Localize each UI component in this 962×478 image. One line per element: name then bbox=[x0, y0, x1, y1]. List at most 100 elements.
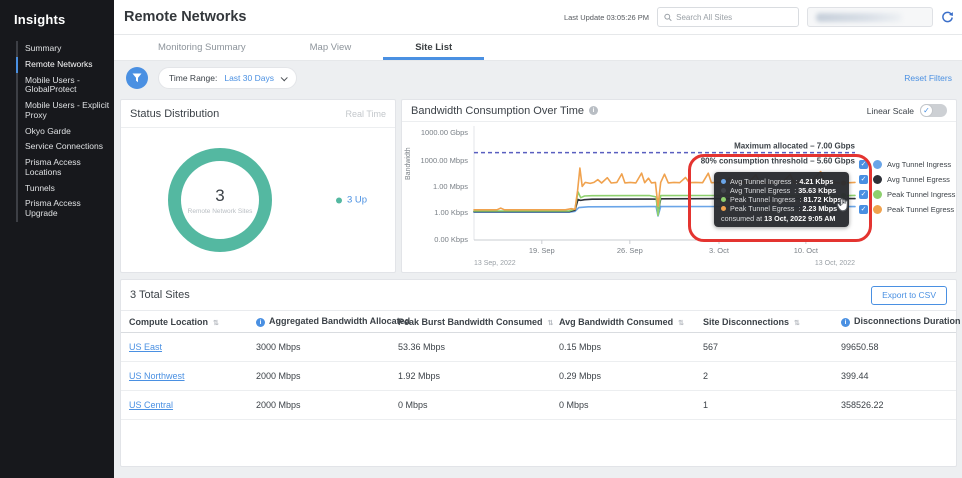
sidebar-item-mobile-users-explicit-proxy[interactable]: Mobile Users - Explicit Proxy bbox=[16, 98, 114, 124]
legend-item-peak-tunnel-ingress[interactable]: ✓ Peak Tunnel Ingress bbox=[859, 190, 955, 199]
tooltip-text: Avg Tunnel Ingress : 4.21 Kbps bbox=[730, 177, 834, 186]
tooltip-series-dot bbox=[721, 197, 726, 202]
threshold-label: 80% consumption threshold – 5.60 Gbps bbox=[701, 157, 856, 166]
column-header-peak-burst-bandwidth-consumed[interactable]: Peak Burst Bandwidth Consumed ⇅ bbox=[390, 310, 554, 333]
column-header-aggregated-bandwidth-allocated: i Aggregated Bandwidth Allocated bbox=[248, 310, 410, 333]
x-tick-label: 19. Sep bbox=[529, 246, 555, 255]
table-body: US East 3000 Mbps 53.36 Mbps 0.15 Mbps 567 99… bbox=[121, 332, 956, 420]
tooltip-text: Peak Tunnel Ingress : 81.72 Kbps bbox=[730, 195, 842, 204]
table-header-row: Compute Location ⇅ i Aggregated Bandwidth A… bbox=[121, 310, 961, 333]
legend-color-dot bbox=[873, 205, 882, 214]
sidebar-nav: Summary Remote Networks Mobile Users - Glo… bbox=[16, 41, 114, 222]
tooltip-row: Peak Tunnel Egress : 2.23 Mbps bbox=[721, 204, 842, 213]
legend-label: Avg Tunnel Ingress bbox=[887, 160, 952, 169]
x-tick-label: 3. Oct bbox=[709, 246, 730, 255]
info-icon[interactable]: i bbox=[589, 106, 599, 115]
legend-item-peak-tunnel-egress[interactable]: ✓ Peak Tunnel Egress bbox=[859, 205, 955, 214]
x-tick-label: 10. Oct bbox=[794, 246, 819, 255]
max-allocated-label: Maximum allocated – 7.00 Gbps bbox=[734, 142, 855, 151]
site-link-us-central[interactable]: US Central bbox=[129, 400, 173, 410]
legend-checkbox[interactable]: ✓ bbox=[859, 175, 868, 184]
legend-color-dot bbox=[873, 190, 882, 199]
search-input[interactable] bbox=[676, 12, 792, 22]
sidebar-item-prisma-access-locations[interactable]: Prisma Access Locations bbox=[16, 155, 114, 181]
sidebar-item-remote-networks[interactable]: Remote Networks bbox=[16, 56, 114, 73]
legend-label: Peak Tunnel Egress bbox=[887, 205, 955, 214]
refresh-icon[interactable] bbox=[941, 11, 954, 24]
legend-item-avg-tunnel-egress[interactable]: ✓ Avg Tunnel Egress bbox=[859, 175, 955, 184]
tooltip-row: Peak Tunnel Ingress : 81.72 Kbps bbox=[721, 195, 842, 204]
info-icon[interactable]: i bbox=[841, 318, 850, 327]
up-status-dot bbox=[336, 197, 342, 203]
info-icon[interactable]: i bbox=[256, 318, 265, 327]
search-box[interactable] bbox=[657, 7, 799, 27]
x-tick-label: 26. Sep bbox=[617, 246, 643, 255]
tooltip-series-dot bbox=[721, 179, 726, 184]
legend-checkbox[interactable]: ✓ bbox=[859, 205, 868, 214]
column-header-compute-location[interactable]: Compute Location ⇅ bbox=[121, 310, 248, 333]
sites-table-card: 3 Total Sites Export to CSV Compute Loca… bbox=[120, 279, 961, 467]
y-tick-label: 1.00 Kbps bbox=[434, 208, 468, 217]
sidebar-item-service-connections[interactable]: Service Connections bbox=[16, 139, 114, 156]
site-link-us-east[interactable]: US East bbox=[129, 342, 162, 352]
page-title: Remote Networks bbox=[124, 9, 247, 25]
linear-scale-toggle[interactable]: ✓ bbox=[920, 104, 947, 117]
export-csv-button[interactable]: Export to CSV bbox=[871, 285, 947, 305]
y-tick-label: 1000.00 Mbps bbox=[420, 156, 468, 165]
sort-icon[interactable]: ⇅ bbox=[794, 320, 800, 327]
search-icon bbox=[664, 13, 672, 21]
sites-table: Compute Location ⇅ i Aggregated Bandwidth A… bbox=[121, 310, 961, 420]
tab-map-view[interactable]: Map View bbox=[278, 35, 384, 60]
table-cell: 0.29 Mbps bbox=[551, 361, 695, 391]
filter-bar: Time Range: Last 30 Days Reset Filters bbox=[114, 61, 962, 95]
legend-color-dot bbox=[873, 160, 882, 169]
sidebar-item-summary[interactable]: Summary bbox=[16, 41, 114, 57]
table-cell: 53.36 Mbps bbox=[390, 332, 551, 362]
linear-scale-control: Linear Scale ✓ bbox=[867, 104, 947, 117]
filter-button[interactable] bbox=[126, 67, 148, 89]
y-tick-label: 0.00 Kbps bbox=[434, 235, 468, 244]
legend-item-avg-tunnel-ingress[interactable]: ✓ Avg Tunnel Ingress bbox=[859, 160, 955, 169]
sort-icon[interactable]: ⇅ bbox=[678, 320, 684, 327]
tooltip-row: Avg Tunnel Egress : 35.63 Kbps bbox=[721, 186, 842, 195]
donut-center-label: Remote Network Sites bbox=[187, 207, 253, 215]
linear-scale-label: Linear Scale bbox=[866, 105, 914, 116]
legend-label: Peak Tunnel Ingress bbox=[887, 190, 956, 199]
table-cell: 567 bbox=[695, 332, 833, 362]
table-cell: 3000 Mbps bbox=[248, 332, 390, 362]
bandwidth-chart-body: Bandwidth 1000.00 Gbps 1000.00 Mbps 1.00 M… bbox=[402, 122, 956, 272]
status-card-body: 3 Remote Network Sites 3 Up bbox=[121, 128, 395, 272]
legend-checkbox[interactable]: ✓ bbox=[859, 160, 868, 169]
y-tick-label: 1.00 Mbps bbox=[433, 182, 468, 191]
sidebar-item-mobile-users-globalprotect[interactable]: Mobile Users - GlobalProtect bbox=[16, 72, 114, 99]
table-cell: 0 Mbps bbox=[551, 390, 695, 420]
tab-site-list[interactable]: Site List bbox=[383, 35, 485, 60]
column-header-avg-bandwidth-consumed[interactable]: Avg Bandwidth Consumed ⇅ bbox=[551, 310, 695, 333]
column-header-site-disconnections[interactable]: Site Disconnections ⇅ bbox=[695, 310, 833, 333]
tooltip-text: Peak Tunnel Egress : 2.23 Mbps bbox=[730, 204, 838, 213]
sidebar-item-tunnels[interactable]: Tunnels bbox=[16, 180, 114, 197]
table-cell: 358526.22 bbox=[833, 390, 956, 420]
sort-icon[interactable]: ⇅ bbox=[548, 320, 554, 327]
legend-checkbox[interactable]: ✓ bbox=[859, 190, 868, 199]
time-range-dropdown[interactable]: Time Range: Last 30 Days bbox=[158, 67, 297, 89]
top-bar: Remote Networks Last Update 03:05:26 PM bbox=[114, 0, 962, 35]
table-row: US Central 2000 Mbps 0 Mbps 0 Mbps 1 358526.2… bbox=[121, 390, 956, 420]
app-window: Insights Summary Remote Networks Mobile Us… bbox=[0, 0, 962, 478]
reset-filters-link[interactable]: Reset Filters bbox=[904, 73, 952, 83]
up-status-link[interactable]: 3 Up bbox=[347, 195, 367, 206]
sidebar-item-okyo-garde[interactable]: Okyo Garde bbox=[16, 123, 114, 140]
table-header-bar: 3 Total Sites Export to CSV bbox=[121, 280, 956, 310]
bandwidth-card-title: Bandwidth Consumption Over Time bbox=[411, 104, 585, 117]
content-area: Status Distribution Real Time 3 Remote N… bbox=[114, 95, 962, 478]
site-link-us-northwest[interactable]: US Northwest bbox=[129, 371, 185, 381]
status-donut-chart[interactable]: 3 Remote Network Sites bbox=[168, 148, 272, 252]
sidebar-item-prisma-access-upgrade[interactable]: Prisma Access Upgrade bbox=[16, 196, 114, 222]
table-cell: 0.15 Mbps bbox=[551, 332, 695, 362]
real-time-badge: Real Time bbox=[345, 108, 386, 119]
account-selector-redacted[interactable] bbox=[807, 7, 933, 27]
sort-icon[interactable]: ⇅ bbox=[213, 320, 219, 327]
tab-monitoring-summary[interactable]: Monitoring Summary bbox=[126, 35, 278, 60]
tooltip-footer: consumed at 13 Oct, 2022 9:05 AM bbox=[721, 214, 836, 223]
table-cell: 99650.58 bbox=[833, 332, 956, 362]
